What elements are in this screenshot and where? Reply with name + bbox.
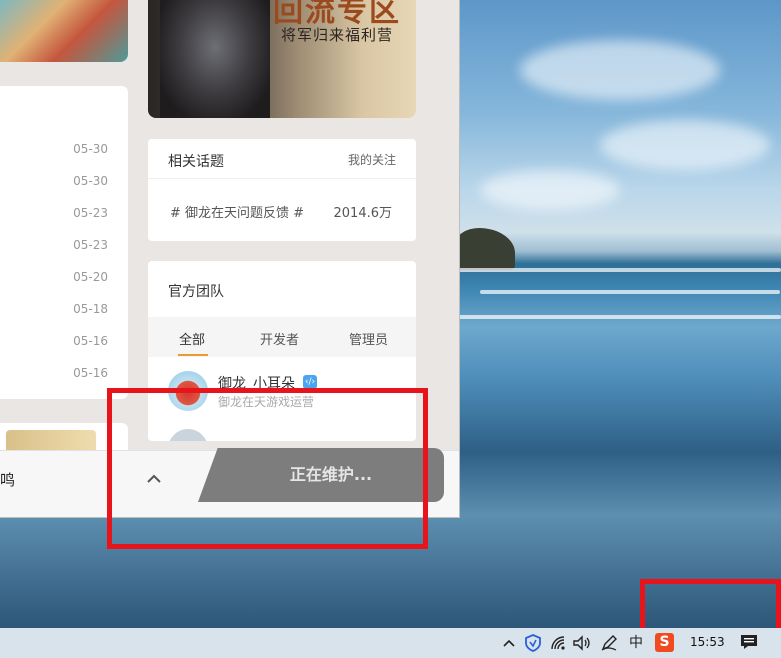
taskbar: 中 S 15:53 [0,628,781,658]
wave [455,268,781,272]
banner-subtitle: 将军归来福利营 [280,26,393,44]
notification-center-icon[interactable] [740,634,758,650]
topic-link[interactable]: # 御龙在天问题反馈 # [170,202,304,221]
post-date: 05-23 [73,206,108,220]
left-banner-image[interactable] [0,0,128,62]
post-date: 05-18 [73,302,108,316]
gold-banner-stub[interactable] [6,430,96,450]
volume-icon[interactable] [572,634,592,652]
shield-icon[interactable] [524,634,542,652]
taskbar-clock[interactable]: 15:53 [690,635,725,649]
sogou-ime-icon[interactable]: S [655,633,674,652]
highlight-box-maintenance [107,388,428,549]
post-date: 05-30 [73,174,108,188]
post-date: 05-16 [73,334,108,348]
divider [148,178,416,179]
network-icon[interactable] [549,634,567,652]
tab-developers[interactable]: 开发者 [260,329,299,348]
pen-icon[interactable] [600,634,618,652]
team-title: 官方团队 [168,284,224,300]
tab-all[interactable]: 全部 [179,329,205,348]
shore-rock [455,228,515,270]
cloud [480,170,620,210]
wave [455,315,781,319]
tab-admins[interactable]: 管理员 [349,329,388,348]
my-follow-link[interactable]: 我的关注 [348,151,396,168]
game-banner[interactable]: 回流专区 将军归来福利营 [148,0,416,118]
post-date: 05-23 [73,238,108,252]
cloud [600,120,770,170]
wave [480,290,780,294]
related-topics-card: 相关话题 我的关注 # 御龙在天问题反馈 # 2014.6万 [148,139,416,241]
topics-title: 相关话题 [168,154,224,170]
active-tab-indicator [178,354,208,356]
post-date: 05-30 [73,142,108,156]
team-tabs: 全部 开发者 管理员 [148,317,416,357]
post-list-card: 05-30 05-30 05-23 05-23 05-20 05-18 05-1… [0,86,128,399]
tray-expand-icon[interactable] [501,634,517,652]
post-date: 05-16 [73,366,108,380]
ime-language-indicator[interactable]: 中 [628,634,644,652]
post-date: 05-20 [73,270,108,284]
cloud [520,40,720,100]
topic-count: 2014.6万 [333,206,393,221]
developer-badge-icon: ‹/› [303,375,317,389]
bottom-bar-text: 鸣 [0,471,16,489]
warrior-illustration [160,0,270,118]
